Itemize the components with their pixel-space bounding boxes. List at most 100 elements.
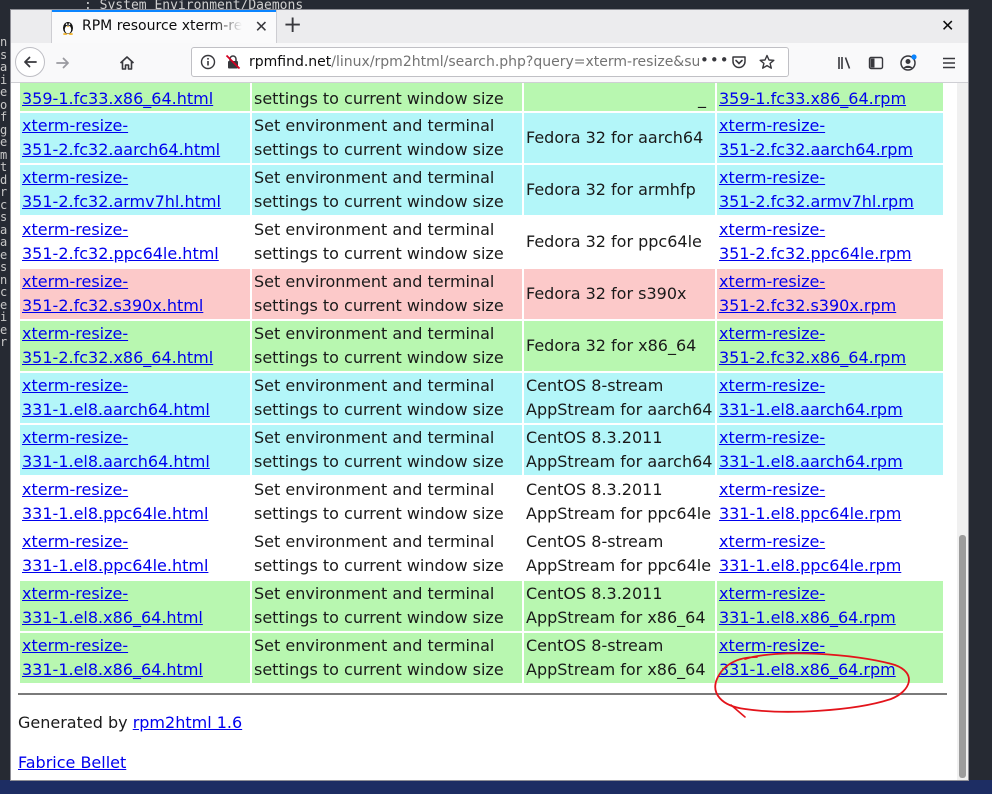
tab-rpm-resource[interactable]: RPM resource xterm-resize ✕ bbox=[52, 10, 276, 43]
package-cell: xterm-resize- 351-2.fc32.s390x.html bbox=[20, 269, 250, 319]
package-cell: xterm-resize- 331-1.el8.x86_64.html bbox=[20, 581, 250, 631]
star-icon[interactable] bbox=[759, 54, 775, 70]
table-row: xterm-resize- 351-2.fc32.aarch64.html Set … bbox=[20, 113, 943, 163]
package-link[interactable]: xterm-resize- 351-2.fc32.ppc64le.html bbox=[22, 220, 219, 263]
package-link[interactable]: xterm-resize- 331-1.el8.x86_64.html bbox=[22, 636, 203, 679]
home-button[interactable] bbox=[115, 51, 139, 75]
package-link[interactable]: xterm-resize- 351-2.fc32.x86_64.html bbox=[22, 324, 213, 367]
table-row: 359-1.fc33.x86_64.html settings to curre… bbox=[20, 83, 943, 111]
package-cell: xterm-resize- 331-1.el8.x86_64.html bbox=[20, 633, 250, 683]
package-link[interactable]: xterm-resize- 331-1.el8.aarch64.html bbox=[22, 376, 210, 419]
home-icon bbox=[119, 56, 135, 70]
distribution-cell: Fedora 32 for aarch64 bbox=[524, 113, 715, 163]
distribution-line: AppStream for x86_64 bbox=[526, 660, 706, 679]
url-bar[interactable]: rpmfind.net/linux/rpm2html/search.php?qu… bbox=[191, 47, 789, 77]
package-link[interactable]: xterm-resize- 331-1.el8.x86_64.html bbox=[22, 584, 203, 627]
menu-button[interactable] bbox=[937, 51, 961, 75]
rpm-link[interactable]: xterm-resize- 331-1.el8.x86_64.rpm bbox=[719, 584, 896, 627]
rpm-cell: xterm-resize- 331-1.el8.ppc64le.rpm bbox=[717, 529, 943, 579]
sidebar-button[interactable] bbox=[864, 51, 888, 75]
rpm-link[interactable]: xterm-resize- 351-2.fc32.s390x.rpm bbox=[719, 272, 896, 315]
page-content: 359-1.fc33.x86_64.html settings to curre… bbox=[11, 83, 957, 780]
rpm-cell: xterm-resize- 331-1.el8.x86_64.rpm bbox=[717, 581, 943, 631]
summary-cell: Set environment and terminal settings to … bbox=[252, 269, 522, 319]
distribution-line: CentOS 8-stream bbox=[526, 376, 664, 395]
package-cell: xterm-resize- 331-1.el8.ppc64le.html bbox=[20, 477, 250, 527]
tab-strip: RPM resource xterm-resize ✕ + ✕ bbox=[11, 10, 968, 43]
summary-cell: Set environment and terminal settings to … bbox=[252, 321, 522, 371]
rpm-link[interactable]: xterm-resize- 331-1.el8.ppc64le.rpm bbox=[719, 532, 901, 575]
rpm-link[interactable]: xterm-resize- 331-1.el8.aarch64.rpm bbox=[719, 376, 903, 419]
summary-line: settings to current window size bbox=[254, 452, 504, 471]
library-icon bbox=[838, 57, 851, 69]
scrollbar-thumb[interactable] bbox=[959, 535, 966, 778]
url-path: /linux/rpm2html/search.php?query=xterm-r… bbox=[331, 54, 699, 70]
distribution-cell: Fedora 32 for s390x bbox=[524, 269, 715, 319]
package-link[interactable]: xterm-resize- 331-1.el8.ppc64le.html bbox=[22, 480, 208, 523]
package-cell: 359-1.fc33.x86_64.html bbox=[20, 83, 250, 111]
author-link[interactable]: Fabrice Bellet bbox=[18, 753, 126, 772]
back-button[interactable] bbox=[15, 47, 45, 77]
url-host: rpmfind.net bbox=[249, 54, 332, 70]
account-button[interactable] bbox=[896, 51, 920, 75]
summary-cell: Set environment and terminal settings to … bbox=[252, 373, 522, 423]
rpm-cell: xterm-resize- 331-1.el8.aarch64.rpm bbox=[717, 373, 943, 423]
insecure-lock-icon[interactable] bbox=[225, 54, 241, 70]
distribution-cell: Fedora 32 for x86_64 bbox=[524, 321, 715, 371]
package-link[interactable]: xterm-resize- 351-2.fc32.s390x.html bbox=[22, 272, 203, 315]
table-row: xterm-resize- 331-1.el8.ppc64le.html Set e… bbox=[20, 477, 943, 527]
package-link[interactable]: xterm-resize- 351-2.fc32.aarch64.html bbox=[22, 116, 220, 159]
window-close-icon[interactable]: ✕ bbox=[941, 16, 954, 35]
package-cell: xterm-resize- 351-2.fc32.x86_64.html bbox=[20, 321, 250, 371]
rpm-link[interactable]: xterm-resize- 351-2.fc32.ppc64le.rpm bbox=[719, 220, 912, 263]
rpm2html-link[interactable]: rpm2html 1.6 bbox=[133, 713, 242, 732]
rpm-link[interactable]: xterm-resize- 331-1.el8.ppc64le.rpm bbox=[719, 480, 901, 523]
table-row: xterm-resize- 331-1.el8.aarch64.html Set e… bbox=[20, 425, 943, 475]
package-link[interactable]: 359-1.fc33.x86_64.html bbox=[22, 89, 213, 108]
library-button[interactable] bbox=[833, 51, 857, 75]
summary-line: Set environment and terminal bbox=[254, 480, 495, 499]
close-icon[interactable]: ✕ bbox=[255, 18, 268, 36]
table-row: xterm-resize- 331-1.el8.x86_64.html Set en… bbox=[20, 581, 943, 631]
rpm-cell: xterm-resize- 331-1.el8.aarch64.rpm bbox=[717, 425, 943, 475]
rpm-link[interactable]: xterm-resize- 351-2.fc32.aarch64.rpm bbox=[719, 116, 913, 159]
arrow-right-icon bbox=[56, 57, 69, 69]
info-icon[interactable] bbox=[200, 54, 216, 70]
package-cell: xterm-resize- 331-1.el8.ppc64le.html bbox=[20, 529, 250, 579]
rpm-link[interactable]: xterm-resize- 351-2.fc32.x86_64.rpm bbox=[719, 324, 906, 367]
distribution-line: AppStream for x86_64 bbox=[526, 608, 706, 627]
table-row: xterm-resize- 351-2.fc32.x86_64.html Set e… bbox=[20, 321, 943, 371]
rpm-link[interactable]: xterm-resize- 331-1.el8.x86_64.rpm bbox=[719, 636, 896, 679]
account-icon bbox=[900, 54, 917, 71]
distribution-cell: CentOS 8.3.2011 AppStream for x86_64 bbox=[524, 581, 715, 631]
summary-line: Set environment and terminal bbox=[254, 324, 495, 343]
summary-cell: Set environment and terminal settings to … bbox=[252, 425, 522, 475]
distribution-cell: Fedora 32 for ppc64le bbox=[524, 217, 715, 267]
rpm-link[interactable]: xterm-resize- 351-2.fc32.armv7hl.rpm bbox=[719, 168, 914, 211]
notification-dot bbox=[911, 54, 917, 60]
pocket-icon[interactable] bbox=[731, 54, 747, 70]
vertical-scrollbar[interactable] bbox=[957, 83, 968, 780]
forward-button[interactable] bbox=[51, 51, 75, 75]
package-cell: xterm-resize- 331-1.el8.aarch64.html bbox=[20, 425, 250, 475]
rpm-cell: xterm-resize- 331-1.el8.x86_64.rpm bbox=[717, 633, 943, 683]
summary-cell: Set environment and terminal settings to … bbox=[252, 529, 522, 579]
plus-icon[interactable]: + bbox=[283, 13, 302, 37]
rpm-link[interactable]: xterm-resize- 331-1.el8.aarch64.rpm bbox=[719, 428, 903, 471]
package-link[interactable]: xterm-resize- 331-1.el8.aarch64.html bbox=[22, 428, 210, 471]
summary-line: settings to current window size bbox=[254, 608, 504, 627]
author-line: Fabrice Bellet bbox=[18, 753, 126, 772]
distribution-cell: CentOS 8.3.2011 AppStream for aarch64 bbox=[524, 425, 715, 475]
summary-cell: Set environment and terminal settings to … bbox=[252, 581, 522, 631]
package-link[interactable]: xterm-resize- 351-2.fc32.armv7hl.html bbox=[22, 168, 221, 211]
table-row: xterm-resize- 331-1.el8.aarch64.html Set e… bbox=[20, 373, 943, 423]
url-text[interactable]: rpmfind.net/linux/rpm2html/search.php?qu… bbox=[249, 54, 699, 70]
summary-line: settings to current window size bbox=[254, 348, 504, 367]
distribution-line: CentOS 8.3.2011 bbox=[526, 584, 663, 603]
table-row: xterm-resize- 351-2.fc32.armv7hl.html Set … bbox=[20, 165, 943, 215]
browser-window: RPM resource xterm-resize ✕ + ✕ bbox=[11, 10, 968, 780]
package-link[interactable]: xterm-resize- 331-1.el8.ppc64le.html bbox=[22, 532, 208, 575]
page-actions-button[interactable]: ••• bbox=[700, 51, 730, 69]
rpm-cell: xterm-resize- 351-2.fc32.aarch64.rpm bbox=[717, 113, 943, 163]
rpm-link[interactable]: 359-1.fc33.x86_64.rpm bbox=[719, 89, 906, 108]
